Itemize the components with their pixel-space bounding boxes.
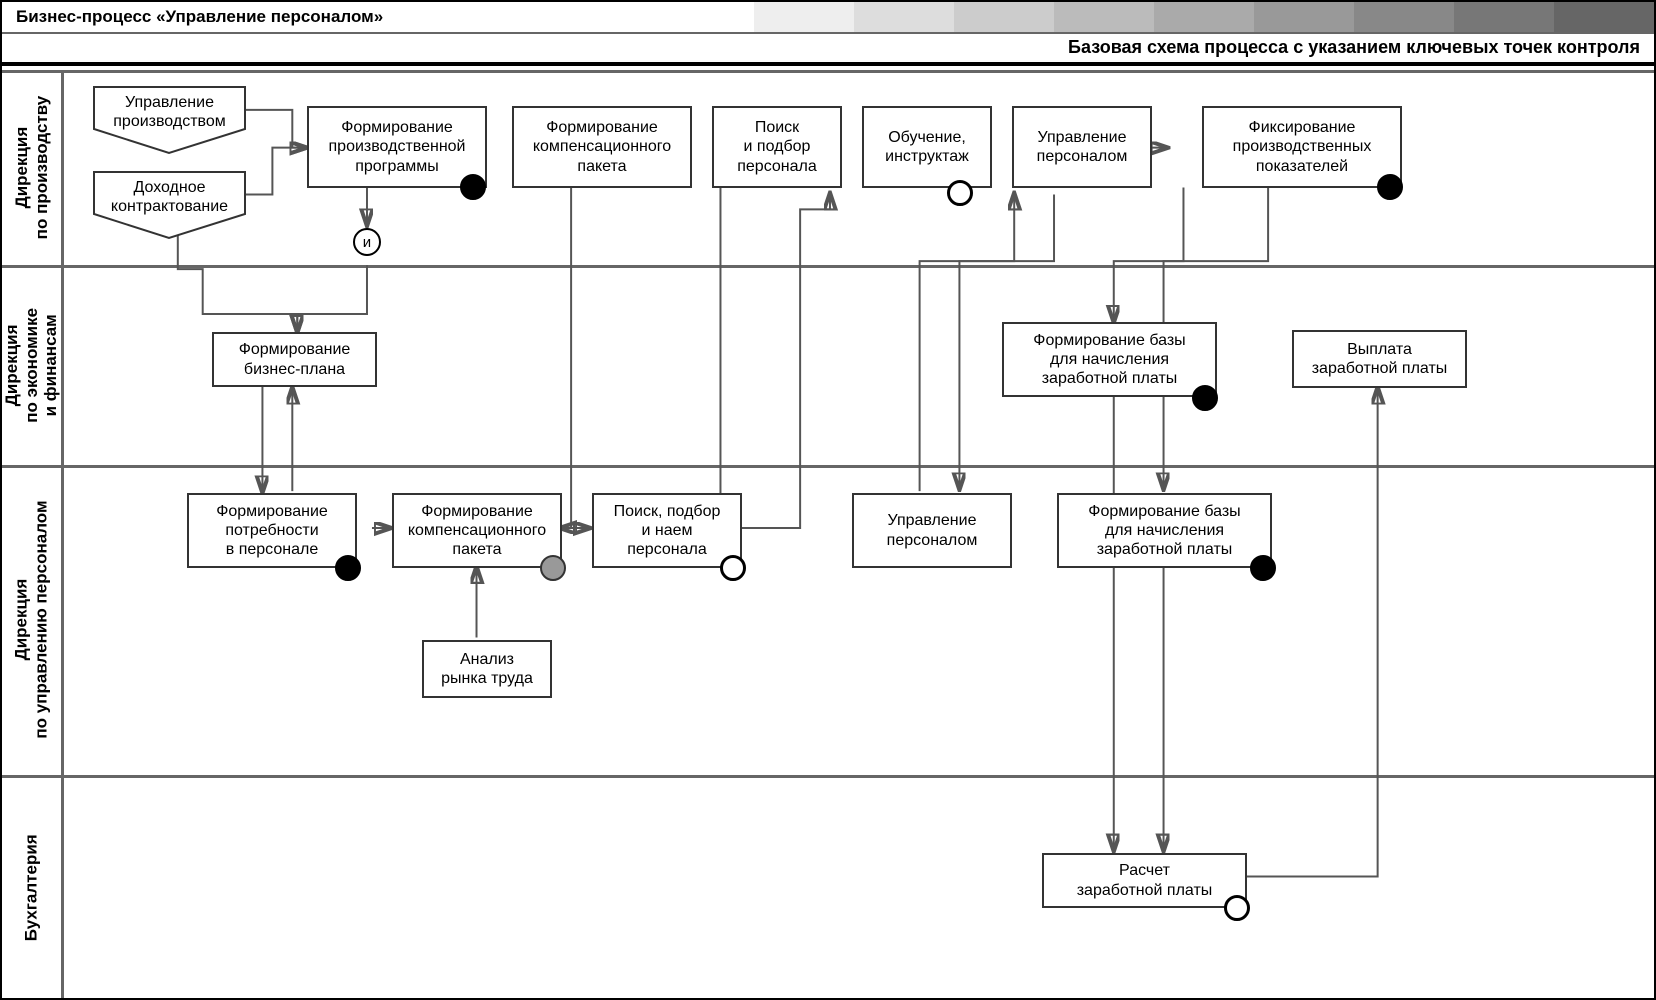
- control-point-icon: [1192, 385, 1218, 411]
- node-fix-indicators: Фиксированиепроизводственныхпоказателей: [1202, 106, 1402, 188]
- node-pay-salary: Выплатазаработной платы: [1292, 330, 1467, 388]
- node-search-hire: Поиск, подбори наемперсонала: [592, 493, 742, 568]
- node-hr-mgmt-hr: Управлениеперсоналом: [852, 493, 1012, 568]
- input-contracting: Доходноеконтрактование: [92, 170, 247, 240]
- node-need: Формированиепотребностив персонале: [187, 493, 357, 568]
- control-point-icon: [1250, 555, 1276, 581]
- lane-label-production: Дирекцияпо производству: [2, 70, 64, 265]
- node-search-top: Поиски подборперсонала: [712, 106, 842, 188]
- node-prod-program: Формированиепроизводственнойпрограммы: [307, 106, 487, 188]
- gate-and: и: [353, 228, 381, 256]
- process-subtitle: Базовая схема процесса с указанием ключе…: [1068, 37, 1640, 58]
- node-market-analysis: Анализрынка труда: [422, 640, 552, 698]
- process-title: Бизнес-процесс «Управление персоналом»: [2, 7, 383, 27]
- subtitle-bar: Базовая схема процесса с указанием ключе…: [2, 32, 1654, 66]
- grayscale-swatches: [754, 2, 1654, 32]
- control-point-icon: [460, 174, 486, 200]
- lane-label-economics: Дирекцияпо экономикеи финансам: [2, 265, 64, 465]
- lane-label-hr: Дирекцияпо управлению персоналом: [2, 465, 64, 775]
- input-production-mgmt: Управлениепроизводством: [92, 85, 247, 155]
- node-comp-pkg-hr: Формированиекомпенсационногопакета: [392, 493, 562, 568]
- node-comp-pkg-top: Формированиекомпенсационногопакета: [512, 106, 692, 188]
- control-point-icon: [540, 555, 566, 581]
- node-training: Обучение,инструктаж: [862, 106, 992, 188]
- control-point-icon: [1377, 174, 1403, 200]
- control-point-icon: [720, 555, 746, 581]
- control-point-icon: [335, 555, 361, 581]
- control-point-icon: [947, 180, 973, 206]
- node-calc-salary: Расчетзаработной платы: [1042, 853, 1247, 908]
- diagram-frame: Бизнес-процесс «Управление персоналом» Б…: [0, 0, 1656, 1000]
- swimlanes: Дирекцияпо производству Дирекцияпо эконо…: [2, 70, 1654, 998]
- lane-label-accounting: Бухгалтерия: [2, 775, 64, 1000]
- title-bar: Бизнес-процесс «Управление персоналом»: [2, 2, 1654, 34]
- control-point-icon: [1224, 895, 1250, 921]
- node-hr-mgmt-top: Управлениеперсоналом: [1012, 106, 1152, 188]
- node-base-econ: Формирование базыдля начислениязаработно…: [1002, 322, 1217, 397]
- node-biz-plan: Формированиебизнес-плана: [212, 332, 377, 387]
- node-base-hr: Формирование базыдля начислениязаработно…: [1057, 493, 1272, 568]
